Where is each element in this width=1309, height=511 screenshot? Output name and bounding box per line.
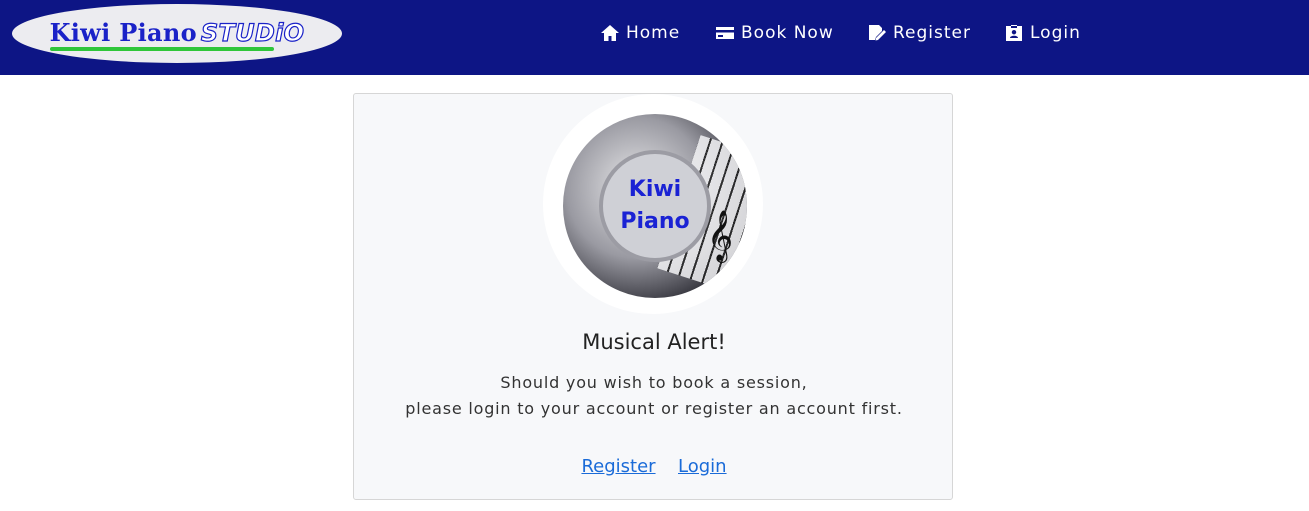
- alert-links: Register Login: [354, 456, 954, 477]
- nav-register-link[interactable]: Register: [867, 22, 971, 44]
- logo-text-line1: Kiwi: [628, 177, 682, 203]
- brand-logo[interactable]: Kiwi Piano STUDiO: [12, 4, 342, 63]
- nav-book-now-label: Book Now: [741, 23, 834, 43]
- home-icon: [601, 25, 619, 41]
- register-link[interactable]: Register: [581, 456, 655, 477]
- nav-home-link[interactable]: Home: [600, 22, 680, 44]
- brand-name-part2: STUDiO: [200, 19, 305, 47]
- brand-underline: [49, 47, 275, 51]
- brand-text: Kiwi Piano STUDiO: [49, 18, 305, 51]
- logo-disc: Kiwi Piano: [599, 150, 711, 262]
- alert-message-line1: Should you wish to book a session,: [500, 373, 808, 392]
- nav-home-label: Home: [626, 23, 681, 43]
- logo-ring: Kiwi Piano 𝄞: [543, 94, 763, 314]
- alert-message: Should you wish to book a session, pleas…: [354, 370, 954, 422]
- login-link[interactable]: Login: [678, 456, 727, 477]
- brand-name-part1: Kiwi Piano: [49, 18, 197, 47]
- nav-book-now-link[interactable]: Book Now: [715, 22, 834, 44]
- alert-card: Kiwi Piano 𝄞 Musical Alert! Should you w…: [353, 93, 953, 500]
- alert-message-line2: please login to your account or register…: [405, 399, 903, 418]
- signature-icon: [869, 25, 886, 41]
- nav-login-link[interactable]: Login: [1004, 22, 1081, 44]
- id-badge-icon: [1006, 25, 1022, 41]
- nav-login-label: Login: [1030, 23, 1081, 43]
- treble-clef-icon: 𝄞: [707, 210, 734, 261]
- kiwi-piano-logo-image: Kiwi Piano 𝄞: [563, 114, 747, 298]
- nav-register-label: Register: [893, 23, 971, 43]
- credit-card-icon: [716, 27, 734, 39]
- top-navbar: Kiwi Piano STUDiO Home Book Now Register …: [0, 0, 1309, 75]
- alert-title: Musical Alert!: [582, 330, 726, 354]
- logo-text-line2: Piano: [620, 209, 690, 234]
